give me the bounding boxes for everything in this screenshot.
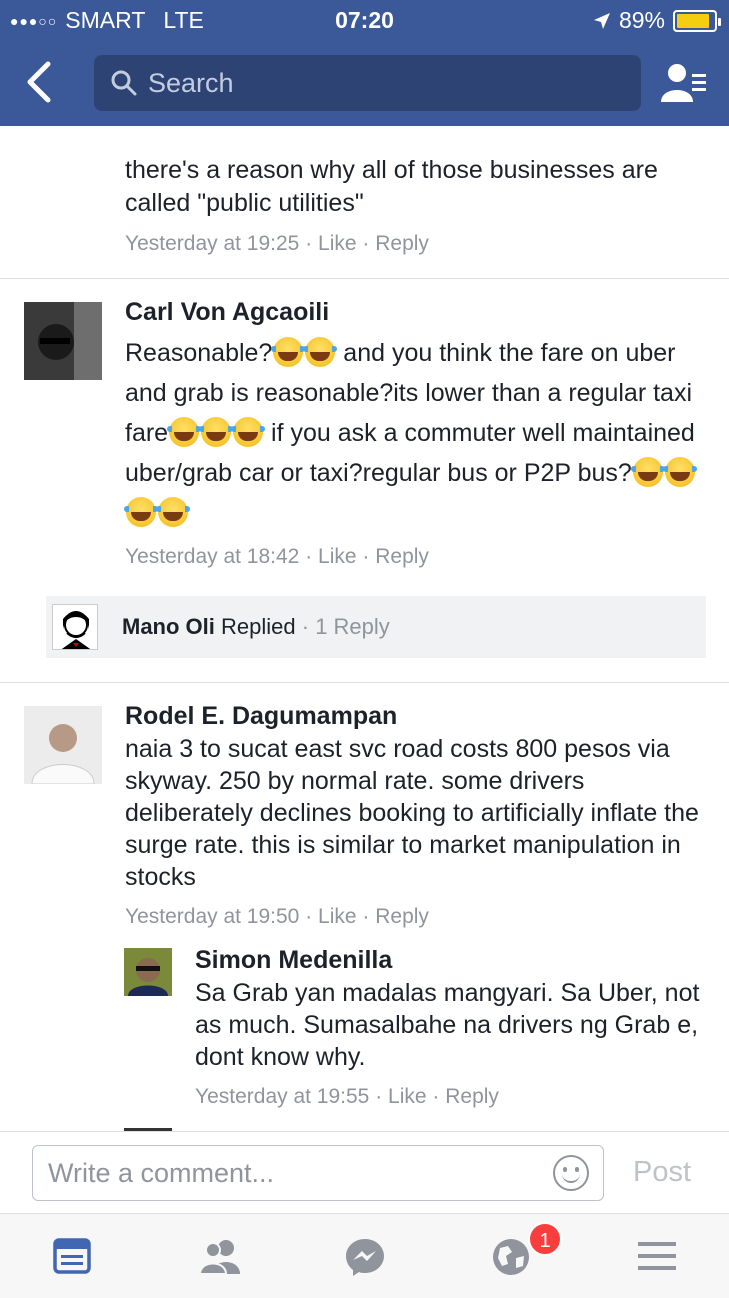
tab-bar: 1 xyxy=(0,1213,729,1298)
comment-composer: Write a comment... Post xyxy=(0,1131,729,1213)
avatar-image xyxy=(24,706,102,784)
tab-menu[interactable] xyxy=(636,1236,676,1276)
status-right: 89% xyxy=(593,7,721,34)
comment-input-placeholder: Write a comment... xyxy=(48,1157,275,1188)
avatar-image xyxy=(61,611,91,649)
tears-of-joy-emoji-icon xyxy=(662,457,697,487)
avatar[interactable] xyxy=(124,948,172,996)
menu-icon xyxy=(638,1242,676,1270)
tears-of-joy-emoji-icon xyxy=(271,337,306,367)
friend-list-icon xyxy=(661,64,706,102)
nav-bar: Search xyxy=(0,46,729,120)
reply-link[interactable]: Reply xyxy=(375,545,429,568)
tears-of-joy-emoji-icon xyxy=(199,417,234,447)
like-link[interactable]: Like xyxy=(318,905,357,928)
tab-notifications[interactable] xyxy=(490,1236,530,1276)
tears-of-joy-emoji-icon xyxy=(124,497,158,527)
replied-label: Replied xyxy=(221,614,296,639)
reply-avatar xyxy=(52,604,98,650)
avatar[interactable] xyxy=(24,302,102,380)
comment-text: Reasonable? and you think the fare on ub… xyxy=(124,333,701,533)
reply-link[interactable]: Reply xyxy=(445,1085,499,1108)
comment-time[interactable]: Yesterday at 19:25 xyxy=(125,232,299,255)
like-link[interactable]: Like xyxy=(318,545,357,568)
post-button[interactable]: Post xyxy=(633,1156,691,1189)
replier-name: Mano Oli xyxy=(122,614,215,639)
status-bar: ●●●○○ SMART LTE 07:20 89% xyxy=(0,0,729,40)
comment-body: Simon Medenilla Sa Grab yan madalas mang… xyxy=(195,946,701,1109)
tears-of-joy-emoji-icon xyxy=(630,457,665,487)
news-feed-icon xyxy=(53,1238,91,1274)
avatar[interactable] xyxy=(24,706,102,784)
search-placeholder: Search xyxy=(148,67,234,98)
comment-time[interactable]: Yesterday at 19:50 xyxy=(125,905,299,928)
friends-icon xyxy=(198,1240,240,1275)
comments-list: there's a reason why all of those busine… xyxy=(0,126,729,1131)
reply-count: 1 Reply xyxy=(315,614,390,639)
comment-text: there's a reason why all of those busine… xyxy=(125,156,658,217)
comment-text-part: Reasonable? xyxy=(125,339,273,367)
top-bar: ●●●○○ SMART LTE 07:20 89% Search xyxy=(0,0,729,126)
chevron-left-icon xyxy=(27,61,51,103)
tears-of-joy-emoji-icon xyxy=(156,497,190,527)
friend-requests-button[interactable] xyxy=(661,62,707,104)
location-arrow-icon xyxy=(593,12,610,29)
avatar-image xyxy=(124,948,172,996)
comment-meta: Yesterday at 19:25 · Like · Reply xyxy=(125,232,429,255)
comment-time[interactable]: Yesterday at 19:55 xyxy=(195,1085,369,1108)
comment-meta: Yesterday at 19:50 · Like · Reply xyxy=(125,905,429,928)
comment-text: naia 3 to sucat east svc road costs 800 … xyxy=(125,735,699,891)
notification-badge: 1 xyxy=(528,1222,562,1256)
replies-summary[interactable]: Mano Oli Replied · 1 Reply xyxy=(46,596,706,658)
tab-messenger[interactable] xyxy=(344,1236,384,1276)
search-input[interactable]: Search xyxy=(94,55,641,111)
globe-icon xyxy=(493,1239,529,1275)
comment-author[interactable]: Simon Medenilla xyxy=(195,946,701,975)
comment-author[interactable]: Rodel E. Dagumampan xyxy=(125,702,701,731)
like-link[interactable]: Like xyxy=(318,232,357,255)
back-button[interactable] xyxy=(24,60,64,106)
comment-text: Sa Grab yan madalas mangyari. Sa Uber, n… xyxy=(195,979,700,1071)
comment-body: Rodel E. Dagumampan naia 3 to sucat east… xyxy=(125,702,701,929)
smiley-icon[interactable] xyxy=(553,1155,589,1191)
battery-percent: 89% xyxy=(618,7,665,33)
comment-meta: Yesterday at 18:42 · Like · Reply xyxy=(125,545,429,568)
search-icon xyxy=(111,70,137,96)
messenger-icon xyxy=(346,1239,384,1276)
avatar-image xyxy=(24,302,102,380)
tab-news-feed[interactable] xyxy=(52,1236,92,1276)
reply-link[interactable]: Reply xyxy=(375,232,429,255)
battery-icon xyxy=(673,9,721,32)
tears-of-joy-emoji-icon xyxy=(167,417,202,447)
tears-of-joy-emoji-icon xyxy=(303,337,338,367)
comment-meta: Yesterday at 19:55 · Like · Reply xyxy=(195,1085,499,1108)
tears-of-joy-emoji-icon xyxy=(231,417,266,447)
divider xyxy=(0,278,729,279)
comment-time[interactable]: Yesterday at 18:42 xyxy=(125,545,299,568)
comment-body: Carl Von Agcaoili Reasonable? and you th… xyxy=(124,298,701,569)
comment-author[interactable]: Carl Von Agcaoili xyxy=(125,298,701,327)
comment-input[interactable]: Write a comment... xyxy=(32,1145,604,1201)
divider xyxy=(0,682,729,683)
reply-link[interactable]: Reply xyxy=(375,905,429,928)
comment-body: there's a reason why all of those busine… xyxy=(125,154,701,256)
like-link[interactable]: Like xyxy=(388,1085,427,1108)
tab-friends[interactable] xyxy=(198,1236,240,1276)
